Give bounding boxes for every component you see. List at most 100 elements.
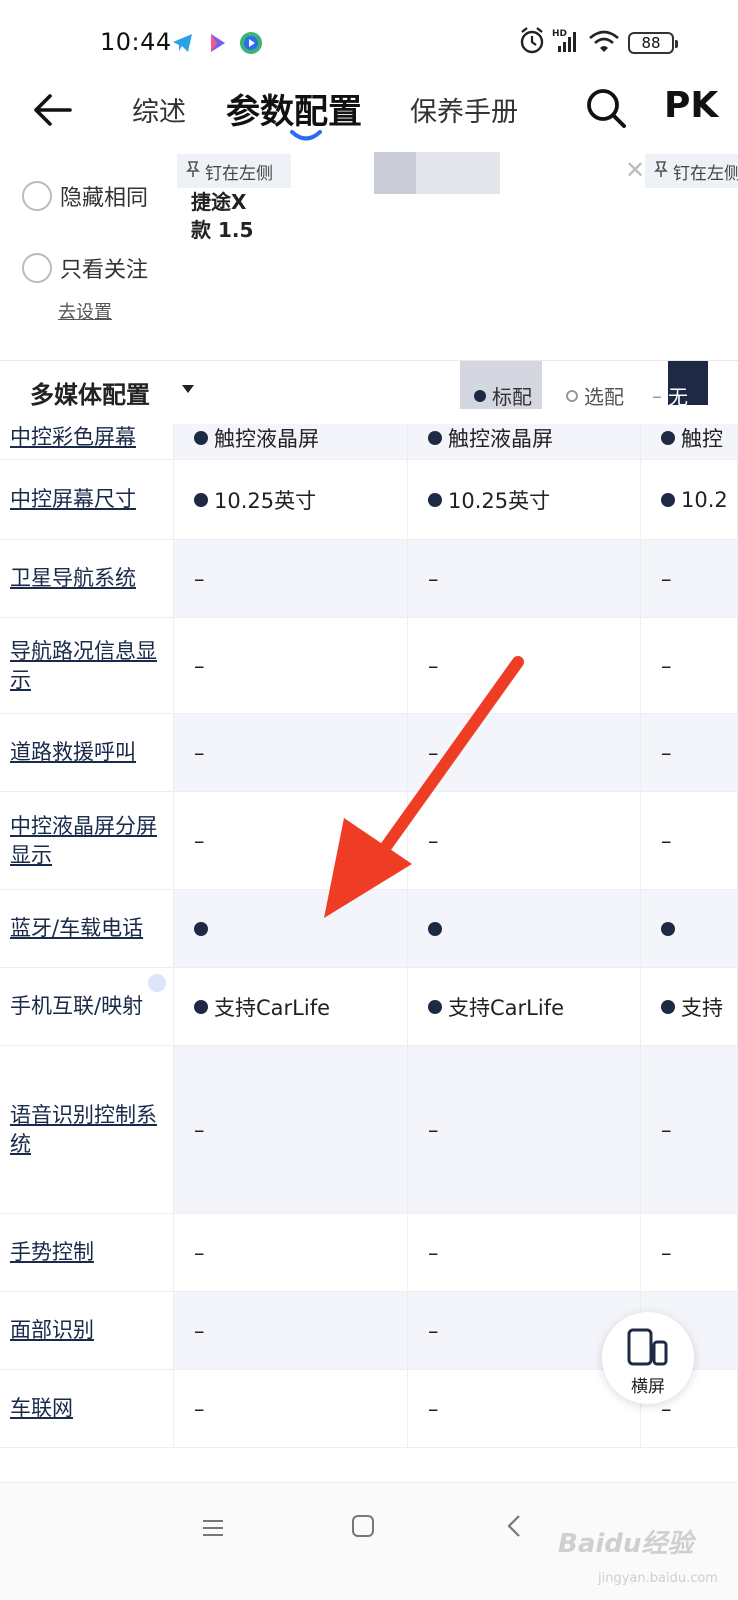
- landscape-button[interactable]: 横屏: [602, 1312, 694, 1404]
- table-row: – – – 手势控制: [0, 1214, 738, 1292]
- standard-dot-icon: [661, 492, 675, 507]
- goto-settings-link[interactable]: 去设置: [58, 298, 112, 324]
- legend-standard-label: 标配: [492, 385, 532, 409]
- pk-button[interactable]: PK: [664, 85, 718, 126]
- cell-value: –: [428, 653, 439, 678]
- row-label[interactable]: 蓝牙/车载电话: [10, 914, 143, 943]
- row-label[interactable]: 中控彩色屏幕: [10, 424, 136, 452]
- cell-value: –: [661, 740, 672, 765]
- row-label-cell[interactable]: 中控液晶屏分屏显示: [0, 792, 174, 889]
- row-label-cell[interactable]: 蓝牙/车载电话: [0, 890, 174, 967]
- table-cell: –: [408, 714, 641, 791]
- table-cell: –: [641, 1046, 738, 1213]
- section-header[interactable]: 多媒体配置 标配 选配 – 无: [0, 360, 738, 424]
- table-cell: –: [174, 1046, 408, 1213]
- radio-circle-icon: [22, 181, 52, 211]
- cellular-signal-icon: HD: [552, 26, 582, 56]
- cell-value: –: [428, 828, 439, 853]
- table-row: 支持CarLife 支持CarLife 支持 手机互联/映射: [0, 968, 738, 1046]
- cell-value: 10.25英寸: [214, 488, 317, 513]
- filter-panel: 隐藏相同 只看关注 去设置: [0, 150, 177, 360]
- battery-icon: 88: [628, 32, 678, 62]
- row-label[interactable]: 中控屏幕尺寸: [10, 485, 136, 514]
- row-label[interactable]: 面部识别: [10, 1316, 94, 1345]
- table-cell: 支持CarLife: [174, 968, 408, 1045]
- table-cell: 10.25英寸: [174, 460, 408, 539]
- table-row: 触控液晶屏 触控液晶屏 触控 中控彩色屏幕: [0, 424, 738, 460]
- table-cell: –: [641, 618, 738, 713]
- table-cell: –: [174, 1292, 408, 1369]
- info-dot-icon[interactable]: [148, 974, 166, 992]
- table-cell: –: [174, 1214, 408, 1291]
- standard-dot-icon: [194, 999, 208, 1014]
- back-nav-icon[interactable]: [502, 1513, 528, 1543]
- tab-config[interactable]: 参数配置: [226, 84, 362, 133]
- table-cell: –: [641, 540, 738, 617]
- radio-circle-icon: [22, 253, 52, 283]
- table-row: – – – 卫星导航系统: [0, 540, 738, 618]
- row-label[interactable]: 道路救援呼叫: [10, 738, 136, 767]
- cell-value: –: [194, 740, 205, 765]
- pin-left-button[interactable]: 钉在左侧: [177, 154, 291, 188]
- cell-value: –: [194, 1318, 205, 1343]
- standard-dot-icon: [428, 999, 442, 1014]
- battery-level: 88: [641, 34, 661, 52]
- cell-value: –: [428, 1240, 439, 1265]
- table-cell: –: [174, 540, 408, 617]
- standard-dot-icon: [661, 921, 675, 936]
- menu-icon[interactable]: [200, 1515, 226, 1545]
- row-label[interactable]: 中控液晶屏分屏显示: [10, 812, 165, 870]
- row-label-cell[interactable]: 导航路况信息显示: [0, 618, 174, 713]
- row-label-cell[interactable]: 卫星导航系统: [0, 540, 174, 617]
- car-name-1[interactable]: 捷途X 款 1.5: [191, 188, 253, 244]
- row-label-cell[interactable]: 中控彩色屏幕: [0, 424, 174, 459]
- legend-none-label: 无: [668, 385, 688, 409]
- search-icon[interactable]: [584, 86, 630, 132]
- row-label[interactable]: 卫星导航系统: [10, 564, 136, 593]
- wifi-icon: [588, 26, 620, 56]
- home-icon[interactable]: [350, 1513, 376, 1543]
- table-cell: 支持CarLife: [408, 968, 641, 1045]
- back-arrow-icon[interactable]: [30, 88, 78, 136]
- row-label[interactable]: 车联网: [10, 1394, 73, 1423]
- pin-left-button-3[interactable]: 钉在左侧: [645, 154, 738, 188]
- tab-maintenance[interactable]: 保养手册: [410, 90, 518, 129]
- watermark-url: jingyan.baidu.com: [598, 1571, 718, 1586]
- pin-icon: [185, 160, 201, 183]
- pin-icon: [653, 160, 669, 183]
- car-name-line1: 捷途X: [191, 190, 247, 214]
- table-cell: 10.25英寸: [408, 460, 641, 539]
- cell-value: –: [428, 1117, 439, 1142]
- table-cell: –: [408, 1214, 641, 1291]
- close-icon[interactable]: ✕: [625, 156, 645, 184]
- table-cell: 触控: [641, 424, 738, 459]
- legend-standard: 标配: [474, 381, 532, 410]
- row-label-cell[interactable]: 面部识别: [0, 1292, 174, 1369]
- cell-value: –: [194, 1117, 205, 1142]
- status-bar: 10:44 HD 88: [0, 0, 738, 76]
- cell-value: 支持CarLife: [448, 995, 565, 1020]
- row-label-cell[interactable]: 手机互联/映射: [0, 968, 174, 1045]
- row-label-cell[interactable]: 语音识别控制系统: [0, 1046, 174, 1213]
- table-cell: –: [641, 792, 738, 889]
- alarm-icon: [518, 26, 546, 56]
- standard-dot-icon: [661, 999, 675, 1014]
- row-label-cell[interactable]: 手势控制: [0, 1214, 174, 1291]
- only-focus-toggle[interactable]: 只看关注: [22, 252, 148, 284]
- row-label-cell[interactable]: 道路救援呼叫: [0, 714, 174, 791]
- table-cell: –: [641, 1214, 738, 1291]
- row-label[interactable]: 手机互联/映射: [10, 992, 143, 1021]
- standard-dot-icon: [428, 921, 442, 936]
- network-label: HD: [552, 29, 567, 39]
- row-label[interactable]: 语音识别控制系统: [10, 1101, 165, 1159]
- table-row: – – – 导航路况信息显示: [0, 618, 738, 714]
- tab-overview[interactable]: 综述: [132, 90, 186, 129]
- row-label-cell[interactable]: 中控屏幕尺寸: [0, 460, 174, 539]
- standard-dot-icon: [428, 430, 442, 445]
- hide-same-toggle[interactable]: 隐藏相同: [22, 180, 148, 212]
- row-label[interactable]: 手势控制: [10, 1238, 94, 1267]
- cell-value: –: [428, 740, 439, 765]
- row-label[interactable]: 导航路况信息显示: [10, 637, 165, 695]
- table-row: – – – 语音识别控制系统: [0, 1046, 738, 1214]
- row-label-cell[interactable]: 车联网: [0, 1370, 174, 1447]
